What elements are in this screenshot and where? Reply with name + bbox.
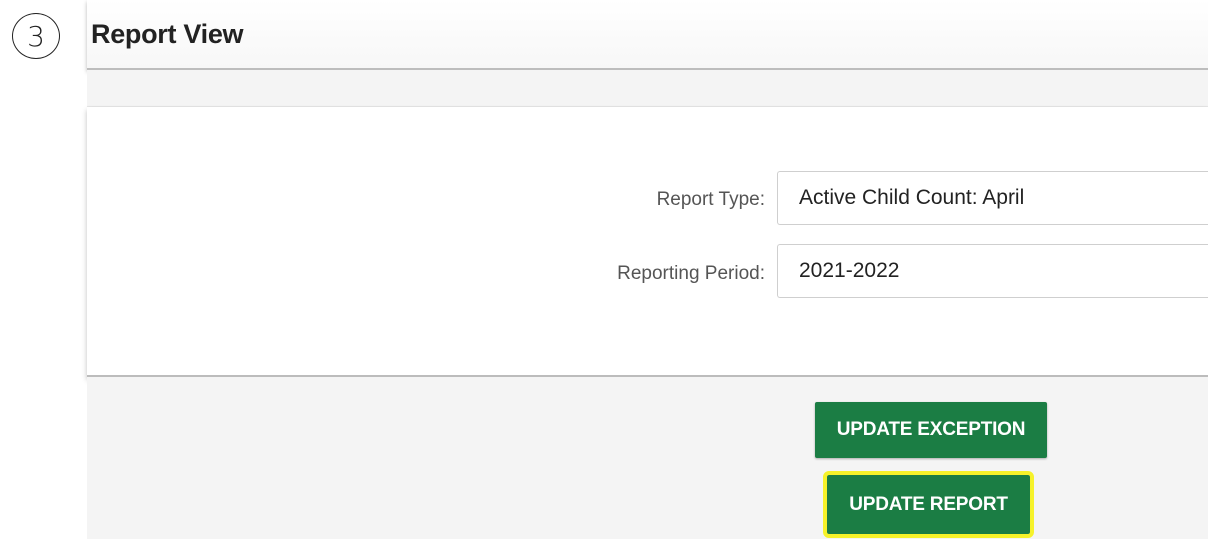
action-area: UPDATE EXCEPTION UPDATE REPORT — [87, 377, 1208, 539]
report-type-label: Report Type: — [656, 189, 765, 210]
update-exception-button[interactable]: UPDATE EXCEPTION — [815, 402, 1047, 458]
reporting-period-value: 2021-2022 — [799, 259, 900, 282]
page-header: Report View — [87, 0, 1208, 70]
update-report-button[interactable]: UPDATE REPORT — [823, 471, 1034, 538]
header-sub-strip — [87, 70, 1208, 107]
page-title: Report View — [91, 19, 244, 49]
report-type-value: Active Child Count: April — [799, 186, 1025, 209]
report-form-card: Report Type: Active Child Count: April R… — [87, 107, 1208, 377]
report-type-select[interactable]: Active Child Count: April — [777, 171, 1208, 225]
step-number-badge: 3 — [12, 13, 60, 59]
reporting-period-select[interactable]: 2021-2022 — [777, 244, 1208, 298]
reporting-period-label: Reporting Period: — [617, 263, 765, 284]
